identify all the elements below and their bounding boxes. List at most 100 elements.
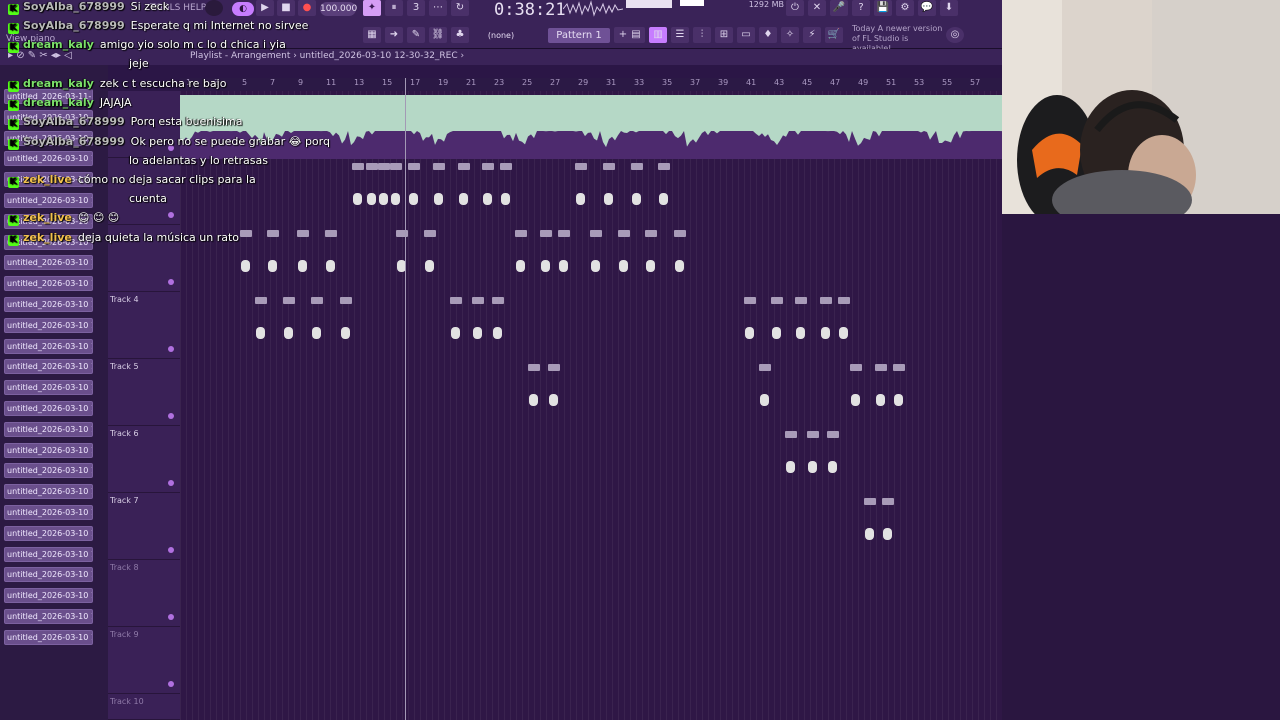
help-icon[interactable]: ? [852, 0, 870, 16]
clip-browser-item[interactable]: untitled_2026-03-10 12- [4, 629, 93, 645]
clip-browser-item[interactable]: untitled_2026-03-10 12- [4, 588, 93, 604]
audio-clip-blip[interactable] [379, 193, 388, 205]
pattern-clip-header[interactable] [450, 297, 462, 304]
chat-username[interactable]: dream_kaly [23, 96, 94, 109]
channel-rack-icon[interactable]: ☰ [671, 27, 689, 43]
clip-browser-item[interactable]: untitled_2026-03-10 12- [4, 380, 93, 396]
pattern-clip-header[interactable] [482, 163, 494, 170]
arrow-icon[interactable]: ➜ [385, 27, 403, 43]
chat-username[interactable]: SoyAlba_678999 [23, 19, 125, 32]
chat-username[interactable]: zek_live [23, 173, 72, 186]
audio-clip-blip[interactable] [646, 260, 655, 272]
chat-username[interactable]: dream_kaly [23, 77, 94, 90]
pattern-clip-header[interactable] [424, 230, 436, 237]
pattern-clip-header[interactable] [396, 230, 408, 237]
pattern-clip-header[interactable] [472, 297, 484, 304]
pattern-clip-header[interactable] [540, 230, 552, 237]
pattern-clip-header[interactable] [590, 230, 602, 237]
pattern-clip-header[interactable] [515, 230, 527, 237]
tempo-tapper-icon[interactable]: ✧ [781, 27, 799, 43]
audio-clip-blip[interactable] [451, 327, 460, 339]
audio-clip-blip[interactable] [409, 193, 418, 205]
globe-icon[interactable]: ◎ [946, 27, 964, 43]
pattern-clip-header[interactable] [390, 163, 402, 170]
audio-clip-blip[interactable] [772, 327, 781, 339]
clip-browser-item[interactable]: untitled_2026-03-10 12- [4, 255, 93, 271]
download-icon[interactable]: ⬇ [940, 0, 958, 16]
pattern-clip-header[interactable] [771, 297, 783, 304]
wait-input-icon[interactable]: ⏸ [385, 0, 403, 16]
pattern-clip-header[interactable] [882, 498, 894, 505]
clip-browser-item[interactable]: untitled_2026-03-10 12- [4, 609, 93, 624]
track-header-7[interactable]: Track 7 [108, 493, 180, 560]
clip-browser-item[interactable]: untitled_2026-03-10 12- [4, 546, 93, 562]
audio-clip-blip[interactable] [760, 394, 769, 406]
pattern-clip-header[interactable] [352, 163, 364, 170]
track-header-9[interactable]: Track 9 [108, 627, 180, 694]
track-mute-dot[interactable] [168, 480, 174, 486]
pattern-clip-header[interactable] [820, 297, 832, 304]
track-mute-dot[interactable] [168, 346, 174, 352]
track-header-4[interactable]: Track 4 [108, 292, 180, 359]
audio-clip-blip[interactable] [894, 394, 903, 406]
audio-clip-blip[interactable] [256, 327, 265, 339]
audio-clip-blip[interactable] [459, 193, 468, 205]
mic-icon[interactable]: 🎤 [830, 0, 848, 16]
audio-clip-blip[interactable] [865, 528, 874, 540]
pattern-clip-header[interactable] [674, 230, 686, 237]
plugin-picker-icon[interactable]: ♦ [759, 27, 777, 43]
audio-clip-blip[interactable] [341, 327, 350, 339]
track-header-10[interactable]: Track 10 [108, 694, 180, 720]
audio-clip-blip[interactable] [284, 327, 293, 339]
pattern-clip-header[interactable] [548, 364, 560, 371]
audio-clip-blip[interactable] [851, 394, 860, 406]
pattern-clip-header[interactable] [366, 163, 378, 170]
pattern-clip-header[interactable] [864, 498, 876, 505]
metronome-icon[interactable]: ✦ [363, 0, 381, 16]
playhead-marker[interactable] [405, 78, 406, 720]
audio-clip-blip[interactable] [501, 193, 510, 205]
pattern-clip-header[interactable] [618, 230, 630, 237]
stamp-icon[interactable]: ♣ [451, 27, 469, 43]
audio-clip-blip[interactable] [367, 193, 376, 205]
pattern-clip-header[interactable] [785, 431, 797, 438]
power-icon[interactable]: ⏻ [786, 0, 804, 16]
clip-browser-item[interactable]: untitled_2026-03-10 12- [4, 276, 93, 292]
browser-icon[interactable]: ▤ [627, 27, 645, 43]
clip-browser-item[interactable]: untitled_2026-03-10 12- [4, 567, 93, 583]
audio-clip-blip[interactable] [808, 461, 817, 473]
audio-clip-blip[interactable] [876, 394, 885, 406]
sync-icon[interactable]: ⚡ [803, 27, 821, 43]
clip-browser-item[interactable]: untitled_2026-03-10 12- [4, 297, 93, 312]
plugin-icon[interactable]: ⚙ [896, 0, 914, 16]
save-icon[interactable]: 💾 [874, 0, 892, 16]
audio-clip-blip[interactable] [675, 260, 684, 272]
audio-clip-blip[interactable] [434, 193, 443, 205]
pattern-clip-header[interactable] [408, 163, 420, 170]
audio-clip-blip[interactable] [473, 327, 482, 339]
chat-username[interactable]: SoyAlba_678999 [23, 115, 125, 128]
tools-icon[interactable]: ✕ [808, 0, 826, 16]
chat-username[interactable]: SoyAlba_678999 [23, 135, 125, 148]
chat-icon[interactable]: 💬 [918, 0, 936, 16]
chat-username[interactable]: zek_live [23, 211, 72, 224]
pattern-clip-header[interactable] [645, 230, 657, 237]
audio-clip-blip[interactable] [529, 394, 538, 406]
audio-clip-blip[interactable] [298, 260, 307, 272]
pattern-clip-header[interactable] [603, 163, 615, 170]
clip-browser-item[interactable]: untitled_2026-03-10 12- [4, 401, 93, 416]
audio-clip-blip[interactable] [604, 193, 613, 205]
step-edit-icon[interactable]: ⋯ [429, 0, 447, 16]
track-mute-dot[interactable] [168, 547, 174, 553]
track-header-8[interactable]: Track 8 [108, 560, 180, 627]
pattern-clip-header[interactable] [744, 297, 756, 304]
audio-clip-blip[interactable] [659, 193, 668, 205]
pattern-clip-header[interactable] [850, 364, 862, 371]
track-mute-dot[interactable] [168, 681, 174, 687]
chat-username[interactable]: zek_live [23, 231, 72, 244]
cart-icon[interactable]: 🛒 [825, 27, 843, 43]
audio-clip-blip[interactable] [483, 193, 492, 205]
chat-username[interactable]: dream_kaly [23, 38, 94, 51]
audio-clip-blip[interactable] [241, 260, 250, 272]
pattern-clip-header[interactable] [795, 297, 807, 304]
